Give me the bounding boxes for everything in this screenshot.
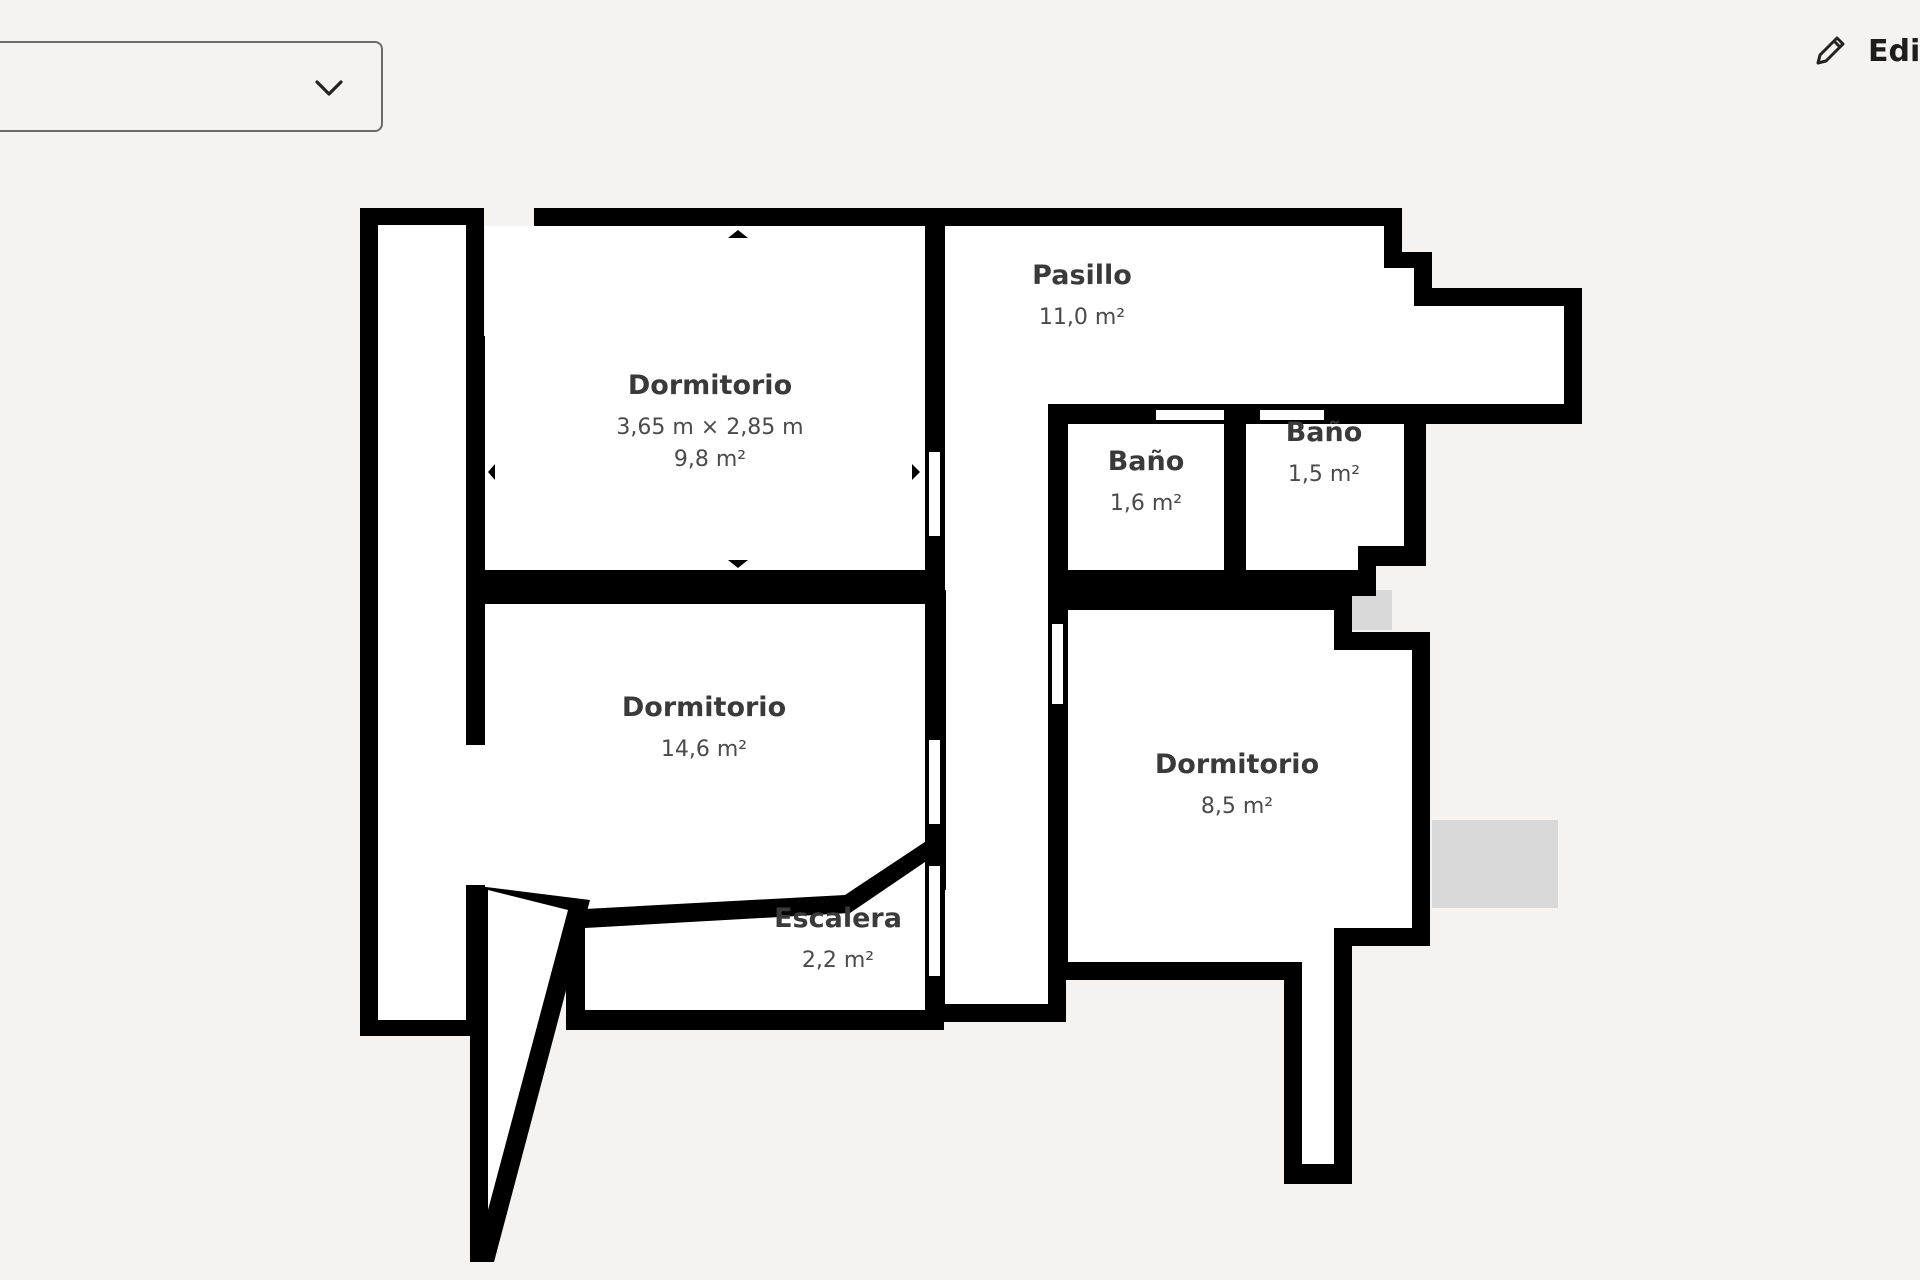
door-opening (929, 452, 940, 536)
room-area (378, 745, 488, 885)
outside-area (1432, 820, 1558, 908)
room-area (488, 890, 568, 1210)
room-name: Escalera (774, 903, 902, 934)
room-area-label: 8,5 m² (1201, 794, 1273, 819)
room-name: Dormitorio (622, 692, 786, 723)
door-opening (929, 866, 940, 976)
room-name: Dormitorio (1155, 749, 1319, 780)
room-area-label: 1,6 m² (1110, 491, 1182, 516)
room-name: Baño (1108, 446, 1185, 477)
room-area-label: 2,2 m² (802, 948, 874, 973)
room-dimensions: 3,65 m × 2,85 m (616, 415, 803, 440)
room-area-label: 9,8 m² (674, 447, 746, 472)
room-area-label: 1,5 m² (1288, 462, 1360, 487)
room-name: Baño (1286, 417, 1363, 448)
floor-plan: Dormitorio 3,65 m × 2,85 m 9,8 m² Pasill… (360, 208, 1582, 1262)
door-opening (1156, 410, 1224, 420)
room-area (378, 225, 466, 1020)
door-opening (929, 740, 940, 824)
room-area-label: 11,0 m² (1039, 305, 1125, 330)
room-area-label: 14,6 m² (661, 737, 747, 762)
door-opening (1052, 624, 1063, 704)
room-area (1068, 610, 1412, 1164)
room-name: Dormitorio (628, 370, 792, 401)
room-name: Pasillo (1032, 260, 1132, 291)
